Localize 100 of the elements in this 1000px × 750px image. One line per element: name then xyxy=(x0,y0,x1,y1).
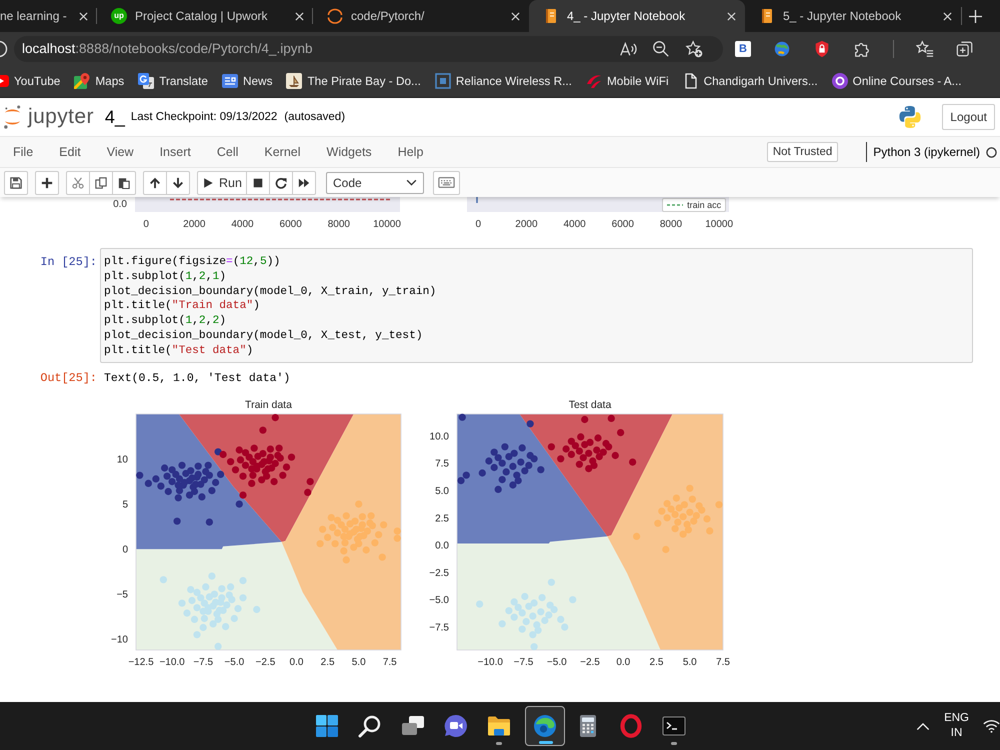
browser-tab[interactable]: code/Pytorch/ xyxy=(313,0,529,32)
save-button[interactable] xyxy=(4,170,28,194)
wifi-icon[interactable] xyxy=(983,719,1000,733)
browser-tab[interactable]: 5_ - Jupyter Notebook xyxy=(745,0,961,32)
menu-item[interactable]: View xyxy=(94,142,147,162)
star-plus-icon[interactable] xyxy=(685,40,703,58)
kernel-name: Python 3 (ipykernel) xyxy=(873,145,980,159)
checkpoint-text: Last Checkpoint: 09/13/2022 xyxy=(130,111,278,123)
bookmark-link[interactable]: Translate xyxy=(138,73,208,89)
move-down-button[interactable] xyxy=(166,170,190,194)
menu-item[interactable]: Widgets xyxy=(314,142,385,162)
close-icon[interactable] xyxy=(727,12,736,20)
address-field[interactable]: localhost:8888/notebooks/code/Pytorch/4_.ipynb xyxy=(14,36,723,62)
paste-button[interactable] xyxy=(112,170,136,194)
trust-button[interactable]: Not Trusted xyxy=(766,142,838,162)
keyboard-button[interactable] xyxy=(433,170,460,194)
browser-tab[interactable]: 4_ - Jupyter Notebook xyxy=(529,0,745,32)
cut-button[interactable] xyxy=(66,170,90,194)
search-icon[interactable] xyxy=(358,714,382,738)
code-line: plot_decision_boundary(model_0, X_test, y_test) xyxy=(104,328,423,344)
book-icon xyxy=(759,8,775,24)
stop-icon xyxy=(252,176,264,188)
taskbar-button[interactable] xyxy=(524,706,564,746)
close-icon[interactable] xyxy=(79,12,88,20)
stacked-windows-icon[interactable] xyxy=(400,714,424,738)
legend-swatch-icon xyxy=(667,203,684,207)
collections-icon[interactable] xyxy=(956,40,974,58)
run-button[interactable]: Run xyxy=(197,170,247,194)
logout-button[interactable]: Logout xyxy=(942,104,995,130)
four-squares-icon[interactable] xyxy=(314,714,338,738)
code-line: plt.subplot(1,2,2) xyxy=(104,314,226,329)
close-icon[interactable] xyxy=(511,12,520,20)
code-line: plt.title("Train data") xyxy=(104,299,260,314)
restart-button[interactable] xyxy=(269,170,293,194)
notebook-name[interactable]: 4_ xyxy=(104,106,125,128)
copy-button[interactable] xyxy=(89,170,113,194)
bookmark-link[interactable]: News xyxy=(222,73,272,89)
menu-item[interactable]: Help xyxy=(384,142,436,162)
chevron-up-icon[interactable] xyxy=(916,722,930,730)
menu-item[interactable]: File xyxy=(0,142,46,162)
zoom-out-icon[interactable] xyxy=(652,40,670,58)
tick-label: −10 xyxy=(111,634,128,646)
extension-button[interactable]: B xyxy=(735,40,751,56)
bookmark-link[interactable]: Chandigarh Univers... xyxy=(682,73,818,89)
cell-type-select[interactable]: Code xyxy=(326,172,424,194)
tick-label: 7.5 xyxy=(435,458,449,470)
shield-icon[interactable] xyxy=(813,40,831,58)
menu-item[interactable]: Insert xyxy=(146,142,204,162)
arc-logo-icon xyxy=(3,104,22,130)
star-list-icon[interactable] xyxy=(916,40,934,58)
menu-item[interactable]: Edit xyxy=(46,142,94,162)
square-logo-icon xyxy=(434,73,451,89)
tick-label: 5 xyxy=(122,500,128,511)
fast-forward-icon xyxy=(298,176,310,188)
info-icon[interactable] xyxy=(0,40,8,58)
read-aloud-icon[interactable] xyxy=(619,40,637,58)
two-tone-logo-icon xyxy=(898,105,922,129)
ring-logo-icon[interactable] xyxy=(618,714,642,738)
video-chat-icon[interactable] xyxy=(444,714,468,738)
up-arrow-icon xyxy=(149,176,161,188)
logo-text: jupyter xyxy=(28,105,94,129)
globe-icon[interactable] xyxy=(773,40,791,58)
tick-label: 5.0 xyxy=(435,486,449,497)
tick-label: 0.0 xyxy=(290,657,304,668)
menu-item[interactable]: Cell xyxy=(204,142,252,162)
bookmark-link[interactable]: Online Courses - A... xyxy=(832,73,962,89)
close-icon[interactable] xyxy=(943,12,952,20)
favicon-badge: up xyxy=(111,8,127,24)
tick-label: 10000 xyxy=(373,219,401,230)
swirl-icon xyxy=(532,714,556,738)
bookmark-link[interactable]: Maps xyxy=(74,73,124,89)
circle-logo-icon xyxy=(832,73,848,89)
bookmark-link[interactable]: The Pirate Bay - Do... xyxy=(286,73,421,89)
menu-item[interactable]: Kernel xyxy=(251,142,314,162)
stop-button[interactable] xyxy=(246,170,270,194)
language-button[interactable]: ENG IN xyxy=(944,711,969,741)
page-icon xyxy=(682,73,699,89)
folder-icon[interactable] xyxy=(486,714,510,738)
code-line: plot_decision_boundary(model_0, X_train, y_train) xyxy=(104,284,436,300)
terminal-icon[interactable] xyxy=(662,714,686,738)
tick-label: 8000 xyxy=(660,219,682,230)
fast-forward-button[interactable] xyxy=(292,170,316,194)
tick-label: 0 xyxy=(122,544,128,556)
tick-label: −7.5 xyxy=(514,657,534,668)
code-input[interactable] xyxy=(100,248,973,363)
news-icon xyxy=(222,73,238,89)
tick-label: 2.5 xyxy=(650,657,664,668)
tick-label: 6000 xyxy=(612,219,634,230)
browser-tab[interactable]: up Project Catalog | Upwork xyxy=(97,0,313,32)
bookmark-link[interactable]: YouTube xyxy=(0,73,60,89)
move-up-button[interactable] xyxy=(143,170,167,194)
close-icon[interactable] xyxy=(295,12,304,20)
bookmark-link[interactable]: Mobile WiFi xyxy=(586,73,669,89)
browser-tab[interactable]: ne learning - xyxy=(0,0,97,32)
tick-label: −5 xyxy=(116,590,128,601)
autosave-status: (autosaved) xyxy=(284,111,346,123)
bookmark-link[interactable]: Reliance Wireless R... xyxy=(434,73,572,89)
plus-icon[interactable] xyxy=(969,10,982,22)
keyboard-icon xyxy=(438,177,455,188)
insert-cell-button[interactable] xyxy=(35,170,59,194)
